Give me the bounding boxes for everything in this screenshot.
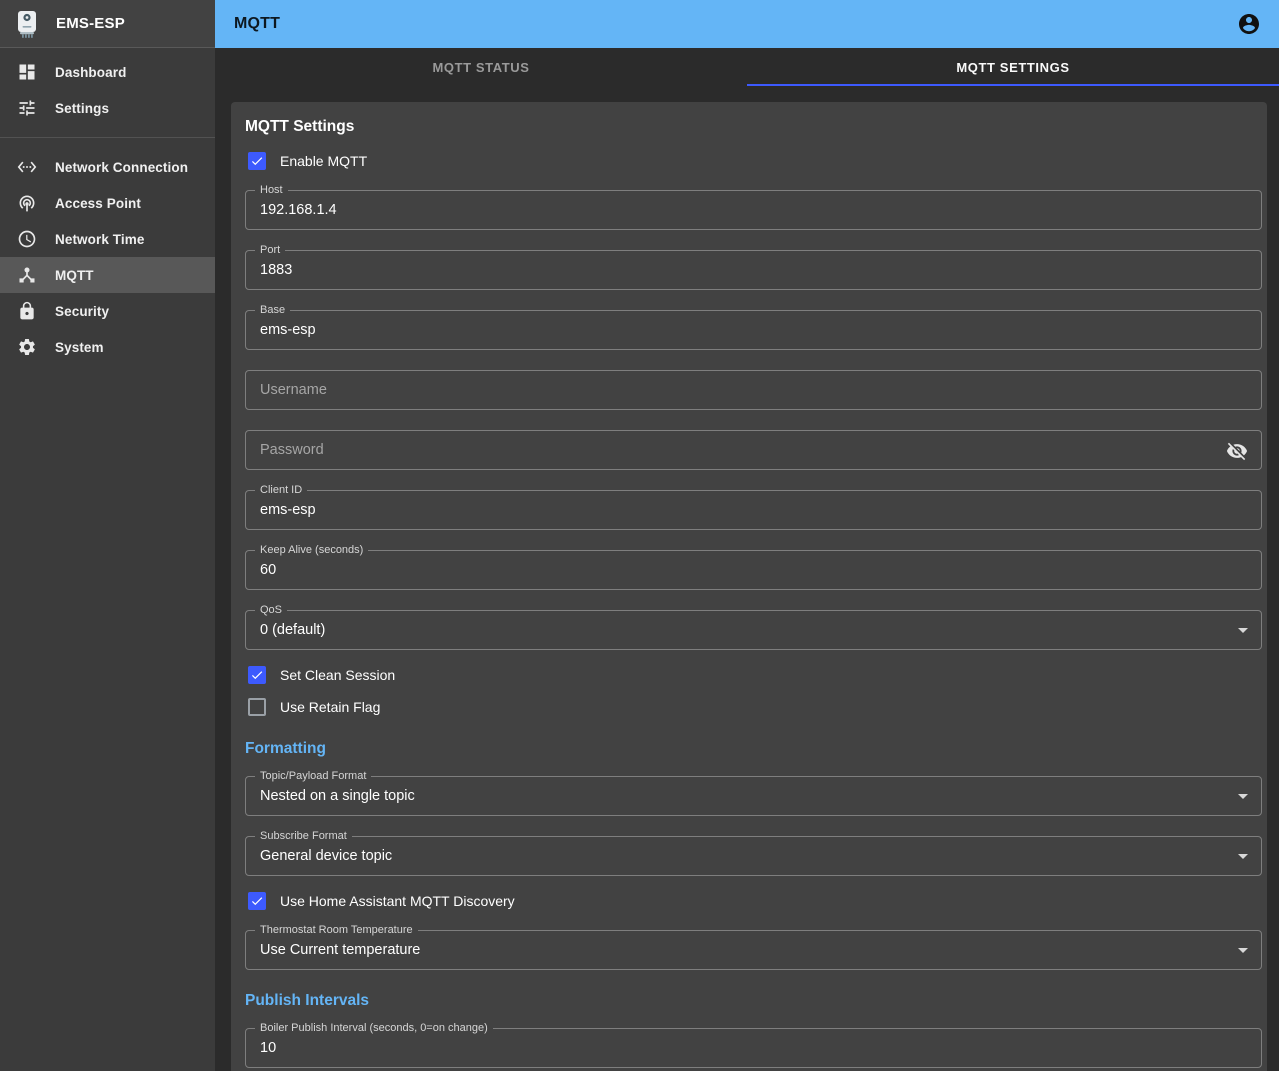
publish-intervals-section-title: Publish Intervals (245, 992, 1262, 1010)
toggle-password-visibility-button[interactable] (1225, 439, 1249, 463)
sidebar-nav-primary: Dashboard Settings (0, 48, 215, 132)
gear-icon (16, 336, 38, 358)
qos-select[interactable]: QoS 0 (default) (245, 610, 1262, 650)
port-field[interactable]: Port (245, 250, 1262, 290)
password-input[interactable] (246, 431, 1261, 469)
port-input[interactable] (246, 251, 1261, 289)
field-label: Keep Alive (seconds) (255, 544, 368, 557)
dropdown-arrow-icon (1238, 854, 1248, 859)
sidebar-item-settings[interactable]: Settings (0, 90, 215, 126)
tab-label: MQTT SETTINGS (956, 60, 1069, 75)
subscribe-format-selected-value: General device topic (246, 848, 406, 864)
keep-alive-input[interactable] (246, 551, 1261, 589)
sidebar-header: EMS-ESP (0, 0, 215, 48)
checkbox-icon (248, 698, 266, 716)
host-field[interactable]: Host (245, 190, 1262, 230)
sidebar-item-label: Access Point (55, 196, 141, 211)
checkbox-icon (248, 892, 266, 910)
tune-icon (16, 97, 38, 119)
sidebar-nav-secondary: Network Connection Access Point Network … (0, 143, 215, 371)
visibility-off-icon (1226, 440, 1248, 462)
tab-mqtt-status[interactable]: MQTT STATUS (215, 48, 747, 86)
base-field[interactable]: Base (245, 310, 1262, 350)
client-id-field[interactable]: Client ID (245, 490, 1262, 530)
content-scroll-area: MQTT Settings Enable MQTT Host Port Base (215, 86, 1279, 1071)
username-field[interactable] (245, 370, 1262, 410)
dropdown-arrow-icon (1238, 628, 1248, 633)
qos-selected-value: 0 (default) (246, 622, 339, 638)
checkbox-label: Use Home Assistant MQTT Discovery (280, 893, 515, 909)
sidebar-item-label: MQTT (55, 268, 94, 283)
field-label: Client ID (255, 484, 307, 497)
sidebar-item-system[interactable]: System (0, 329, 215, 365)
client-id-input[interactable] (246, 491, 1261, 529)
tabbar: MQTT STATUS MQTT SETTINGS (215, 48, 1279, 86)
sidebar-item-security[interactable]: Security (0, 293, 215, 329)
card-title: MQTT Settings (245, 118, 1262, 136)
sidebar: EMS-ESP Dashboard Settings (0, 0, 215, 1071)
dropdown-arrow-icon (1238, 794, 1248, 799)
sidebar-item-label: Settings (55, 101, 109, 116)
sidebar-item-label: Security (55, 304, 109, 319)
sidebar-item-label: Network Connection (55, 160, 188, 175)
mqtt-settings-card: MQTT Settings Enable MQTT Host Port Base (231, 102, 1267, 1071)
sidebar-divider (0, 137, 215, 138)
keep-alive-field[interactable]: Keep Alive (seconds) (245, 550, 1262, 590)
host-input[interactable] (246, 191, 1261, 229)
ethernet-icon (16, 156, 38, 178)
checkbox-icon (248, 666, 266, 684)
password-field[interactable] (245, 430, 1262, 470)
sidebar-item-dashboard[interactable]: Dashboard (0, 54, 215, 90)
field-label: Thermostat Room Temperature (255, 924, 418, 937)
field-label: Base (255, 304, 290, 317)
checkbox-icon (248, 152, 266, 170)
set-clean-session-checkbox[interactable]: Set Clean Session (245, 664, 1262, 686)
checkbox-label: Enable MQTT (280, 153, 367, 169)
field-label: Host (255, 184, 288, 197)
base-input[interactable] (246, 311, 1261, 349)
main-area: MQTT MQTT STATUS MQTT SETTINGS MQTT Sett… (215, 0, 1279, 1071)
sidebar-item-network-time[interactable]: Network Time (0, 221, 215, 257)
enable-mqtt-checkbox[interactable]: Enable MQTT (245, 150, 1262, 172)
tab-label: MQTT STATUS (432, 60, 529, 75)
username-input[interactable] (246, 371, 1261, 409)
use-retain-flag-checkbox[interactable]: Use Retain Flag (245, 696, 1262, 718)
topic-payload-format-select[interactable]: Topic/Payload Format Nested on a single … (245, 776, 1262, 816)
field-label: Topic/Payload Format (255, 770, 371, 783)
account-circle-icon (1237, 12, 1261, 36)
clock-icon (16, 228, 38, 250)
wifi-tethering-icon (16, 192, 38, 214)
topic-payload-format-selected-value: Nested on a single topic (246, 788, 429, 804)
sidebar-item-label: Network Time (55, 232, 144, 247)
field-label: Port (255, 244, 285, 257)
boiler-publish-interval-field[interactable]: Boiler Publish Interval (seconds, 0=on c… (245, 1028, 1262, 1068)
dropdown-arrow-icon (1238, 948, 1248, 953)
sidebar-item-mqtt[interactable]: MQTT (0, 257, 215, 293)
ems-esp-app: EMS-ESP Dashboard Settings (0, 0, 1279, 1071)
checkbox-label: Use Retain Flag (280, 699, 380, 715)
checkbox-label: Set Clean Session (280, 667, 395, 683)
thermostat-room-temperature-select[interactable]: Thermostat Room Temperature Use Current … (245, 930, 1262, 970)
field-label: Boiler Publish Interval (seconds, 0=on c… (255, 1022, 493, 1035)
sidebar-item-network-connection[interactable]: Network Connection (0, 149, 215, 185)
device-hub-icon (16, 264, 38, 286)
page-title: MQTT (234, 15, 280, 33)
sidebar-item-label: System (55, 340, 104, 355)
account-button[interactable] (1235, 10, 1263, 38)
subscribe-format-select[interactable]: Subscribe Format General device topic (245, 836, 1262, 876)
appbar: MQTT (215, 0, 1279, 48)
ems-esp-logo-icon (14, 9, 40, 39)
formatting-section-title: Formatting (245, 740, 1262, 758)
field-label: Subscribe Format (255, 830, 352, 843)
sidebar-item-access-point[interactable]: Access Point (0, 185, 215, 221)
dashboard-icon (16, 61, 38, 83)
sidebar-item-label: Dashboard (55, 65, 126, 80)
field-label: QoS (255, 604, 287, 617)
active-tab-indicator (747, 84, 1279, 86)
ha-discovery-checkbox[interactable]: Use Home Assistant MQTT Discovery (245, 890, 1262, 912)
tab-mqtt-settings[interactable]: MQTT SETTINGS (747, 48, 1279, 86)
thermostat-room-temperature-selected-value: Use Current temperature (246, 942, 434, 958)
app-title: EMS-ESP (56, 15, 125, 32)
lock-icon (16, 300, 38, 322)
